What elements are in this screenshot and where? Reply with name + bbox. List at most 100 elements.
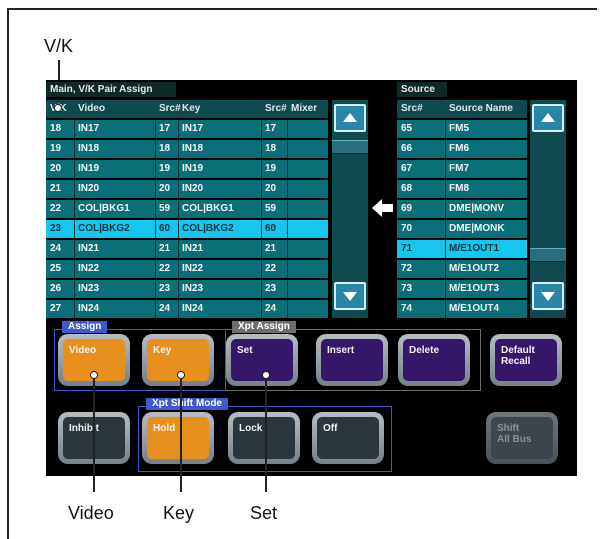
table-cell: IN17 xyxy=(78,123,100,134)
right-scroll-down-button[interactable] xyxy=(532,282,564,310)
column-divider xyxy=(445,120,446,138)
column-divider xyxy=(261,140,262,158)
column-divider xyxy=(74,140,75,158)
left-table-row[interactable]: 22 COL|BKG1 59 COL|BKG1 59 xyxy=(46,200,328,218)
lock-button-label: Lock xyxy=(239,423,263,434)
left-table-row[interactable]: 20 IN19 19 IN19 19 xyxy=(46,160,328,178)
left-table-row[interactable]: 26 IN23 23 IN23 23 xyxy=(46,280,328,298)
column-divider xyxy=(155,180,156,198)
col-header-src2: Src# xyxy=(265,103,287,114)
column-divider xyxy=(287,200,288,218)
column-divider xyxy=(74,220,75,238)
left-table-row[interactable]: 19 IN18 18 IN18 18 xyxy=(46,140,328,158)
column-divider xyxy=(178,300,179,318)
table-cell: 70 xyxy=(401,223,413,234)
table-cell: 22 xyxy=(50,203,62,214)
column-divider xyxy=(74,180,75,198)
column-divider xyxy=(155,240,156,258)
right-scroll-up-button[interactable] xyxy=(532,104,564,132)
callout-set-label: Set xyxy=(250,503,278,523)
column-divider xyxy=(445,200,446,218)
table-cell: DME|MONV xyxy=(449,203,505,214)
hold-button-label: Hold xyxy=(153,423,176,434)
right-table-row[interactable]: 69 DME|MONV xyxy=(397,200,527,218)
column-divider xyxy=(178,140,179,158)
left-table-row[interactable]: 21 IN20 20 IN20 20 xyxy=(46,180,328,198)
column-divider xyxy=(178,120,179,138)
left-table-row[interactable]: 24 IN21 21 IN21 21 xyxy=(46,240,328,258)
right-table-row[interactable]: 68 FM8 xyxy=(397,180,527,198)
column-divider xyxy=(445,260,446,278)
set-button[interactable]: Set xyxy=(226,334,298,386)
table-cell: IN22 xyxy=(78,263,100,274)
right-table-row[interactable]: 65 FM5 xyxy=(397,120,527,138)
xpt-assign-group-label: Xpt Assign xyxy=(232,321,296,333)
table-cell: FM8 xyxy=(449,183,469,194)
left-table-row[interactable]: 18 IN17 17 IN17 17 xyxy=(46,120,328,138)
col-header-src: Src# xyxy=(401,103,423,114)
assign-group-label: Assign xyxy=(62,321,108,333)
default-recall-button[interactable]: Default Recall xyxy=(490,334,562,386)
right-table-row[interactable]: 71 M/E1OUT1 xyxy=(397,240,527,258)
callout-video-marker xyxy=(90,371,98,379)
table-cell: 23 xyxy=(159,283,171,294)
callout-key-label: Key xyxy=(163,503,195,523)
table-cell: 20 xyxy=(159,183,171,194)
left-table-row[interactable]: 23 COL|BKG2 60 COL|BKG2 60 xyxy=(46,220,328,238)
table-cell: 21 xyxy=(159,243,171,254)
shift-all-bus-button[interactable]: Shift All Bus xyxy=(486,412,558,464)
table-cell: 25 xyxy=(50,263,62,274)
column-divider xyxy=(287,120,288,138)
table-cell: DME|MONK xyxy=(449,223,505,234)
column-divider xyxy=(261,220,262,238)
off-button[interactable]: Off xyxy=(312,412,384,464)
table-cell: IN17 xyxy=(182,123,204,134)
table-cell: 60 xyxy=(159,223,171,234)
right-table-row[interactable]: 70 DME|MONK xyxy=(397,220,527,238)
column-divider xyxy=(287,160,288,178)
callout-video-label: Video xyxy=(68,503,114,523)
table-cell: FM6 xyxy=(449,143,469,154)
arrow-left-icon xyxy=(372,199,393,217)
column-divider xyxy=(261,180,262,198)
left-table-row[interactable]: 27 IN24 24 IN24 24 xyxy=(46,300,328,318)
left-scroll-up-button[interactable] xyxy=(334,104,366,132)
column-divider xyxy=(261,300,262,318)
column-divider xyxy=(155,160,156,178)
right-scroll-thumb[interactable] xyxy=(530,248,566,262)
column-divider xyxy=(178,180,179,198)
right-table-row[interactable]: 66 FM6 xyxy=(397,140,527,158)
table-cell: 74 xyxy=(401,303,413,314)
left-scroll-thumb[interactable] xyxy=(332,140,368,154)
triangle-up-icon xyxy=(541,113,555,123)
col-header-key: Key xyxy=(182,103,201,114)
table-cell: 66 xyxy=(401,143,413,154)
off-button-label: Off xyxy=(323,423,338,434)
column-divider xyxy=(178,260,179,278)
table-cell: 23 xyxy=(265,283,277,294)
table-cell: 26 xyxy=(50,283,62,294)
table-cell: 73 xyxy=(401,283,413,294)
column-divider xyxy=(74,160,75,178)
column-divider xyxy=(155,120,156,138)
column-divider xyxy=(178,240,179,258)
right-scrollbar[interactable] xyxy=(530,100,566,318)
column-divider xyxy=(445,160,446,178)
delete-button[interactable]: Delete xyxy=(398,334,470,386)
triangle-up-icon xyxy=(343,113,357,123)
left-scroll-down-button[interactable] xyxy=(334,282,366,310)
left-table-row[interactable]: 25 IN22 22 IN22 22 xyxy=(46,260,328,278)
hold-button[interactable]: Hold xyxy=(142,412,214,464)
frame-top-border xyxy=(7,8,597,10)
insert-button[interactable]: Insert xyxy=(316,334,388,386)
right-table-row[interactable]: 73 M/E1OUT3 xyxy=(397,280,527,298)
column-divider xyxy=(287,140,288,158)
table-cell: 68 xyxy=(401,183,413,194)
right-table-row[interactable]: 72 M/E1OUT2 xyxy=(397,260,527,278)
table-cell: M/E1OUT2 xyxy=(449,263,500,274)
right-table-row[interactable]: 67 FM7 xyxy=(397,160,527,178)
left-scrollbar[interactable] xyxy=(332,100,368,318)
lock-button[interactable]: Lock xyxy=(228,412,300,464)
right-table-row[interactable]: 74 M/E1OUT4 xyxy=(397,300,527,318)
table-cell: 69 xyxy=(401,203,413,214)
